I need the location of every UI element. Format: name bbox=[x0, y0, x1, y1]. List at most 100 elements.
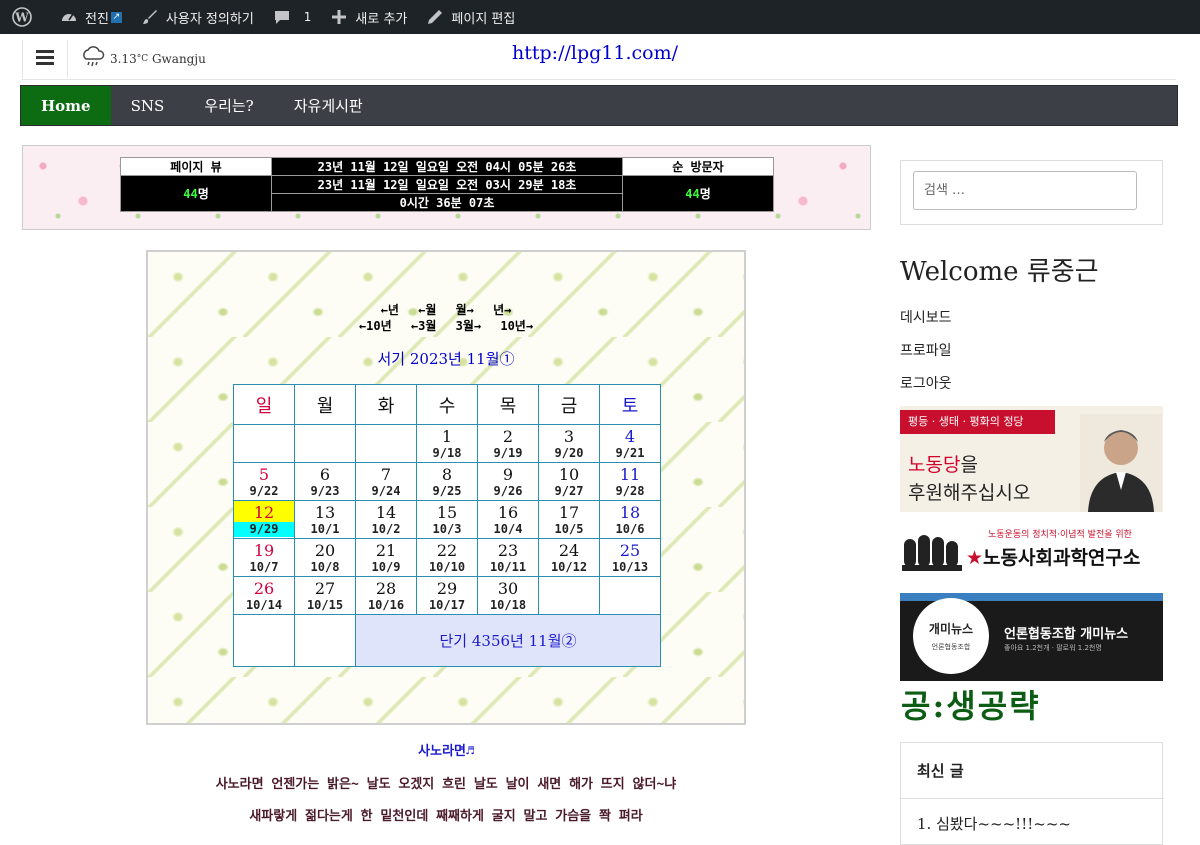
profile-link[interactable]: 프로파일 bbox=[900, 340, 952, 360]
banner3-small: 좋아요 1.2천개 · 팔로워 1.2천명 bbox=[1004, 644, 1102, 652]
prev-month-link[interactable]: ←월 bbox=[418, 303, 436, 317]
prev-year-link[interactable]: ←년 bbox=[381, 303, 399, 317]
gaemi-news-banner[interactable]: 개미뉴스 언론협동조합 언론협동조합 개미뉴스 좋아요 1.2천개 · 팔로워 … bbox=[900, 593, 1163, 681]
weather-widget: 3.13 °C Gwangju bbox=[80, 44, 206, 73]
next-10-years-link[interactable]: 10년→ bbox=[500, 319, 533, 333]
calendar-day[interactable]: 16 10/4 bbox=[477, 500, 539, 539]
calendar-day[interactable]: 23 10/11 bbox=[477, 538, 539, 577]
recent-post-link[interactable]: 1. 심봤다~~~!!!~~~ bbox=[917, 813, 1071, 834]
dangi-date: 단기 4356년 11월② bbox=[355, 614, 661, 667]
admin-edit-page[interactable]: 페이지 편집 bbox=[416, 0, 524, 34]
lunar-date: 10/11 bbox=[489, 560, 527, 574]
dangi-row: 단기 4356년 11월② bbox=[233, 614, 661, 667]
nav-free-board[interactable]: 자유게시판 bbox=[274, 86, 383, 125]
calendar-day[interactable]: 4 9/21 bbox=[599, 424, 661, 463]
calendar-day[interactable]: 30 10/18 bbox=[477, 576, 539, 615]
calendar-day[interactable]: 22 10/10 bbox=[416, 538, 478, 577]
day-number: 23 bbox=[497, 541, 519, 560]
calendar-day[interactable]: 25 10/13 bbox=[599, 538, 661, 577]
lunar-date: 10/1 bbox=[310, 522, 340, 536]
lunar-date: 10/5 bbox=[554, 522, 584, 536]
calendar-week-row: 12 9/29 13 10/1 14 10/2 15 10/3 16 10/4 17 10/5 18 10… bbox=[233, 500, 661, 539]
lunar-date: 10/2 bbox=[371, 522, 401, 536]
calendar-day[interactable]: 18 10/6 bbox=[599, 500, 661, 539]
calendar-day[interactable]: 8 9/25 bbox=[416, 462, 478, 501]
visitors-unit: 명 bbox=[699, 187, 711, 201]
calendar-day[interactable]: 29 10/17 bbox=[416, 576, 478, 615]
site-url-title[interactable]: http://lpg11.com/ bbox=[512, 42, 678, 64]
calendar-day[interactable]: 13 10/1 bbox=[294, 500, 356, 539]
day-number: 11 bbox=[619, 465, 641, 484]
next-year-link[interactable]: 년→ bbox=[493, 303, 511, 317]
calendar-day[interactable]: 24 10/12 bbox=[538, 538, 600, 577]
calendar-empty-cell bbox=[538, 576, 600, 615]
lunar-date: 10/13 bbox=[611, 560, 649, 574]
admin-customize[interactable]: 사용자 정의하기 bbox=[131, 0, 263, 34]
calendar-empty-cell bbox=[233, 614, 295, 667]
calendar-day[interactable]: 27 10/15 bbox=[294, 576, 356, 615]
nav-home[interactable]: Home bbox=[21, 86, 111, 125]
calendar-day[interactable]: 19 10/7 bbox=[233, 538, 295, 577]
labor-party-banner[interactable]: 평등 · 생태 · 평화의 정당 노동당을 후원해주십시오 bbox=[900, 406, 1163, 512]
next-month-link[interactable]: 월→ bbox=[456, 303, 474, 317]
day-number: 20 bbox=[314, 541, 336, 560]
admin-new-content[interactable]: 새로 추가 bbox=[320, 0, 416, 34]
calendar-day[interactable]: 26 10/14 bbox=[233, 576, 295, 615]
comments-count: 1 bbox=[303, 10, 312, 24]
calendar-day[interactable]: 21 10/9 bbox=[355, 538, 417, 577]
elapsed-time: 0시간 36분 07초 bbox=[271, 193, 623, 212]
calendar-day[interactable]: 1 9/18 bbox=[416, 424, 478, 463]
calendar-day[interactable]: 10 9/27 bbox=[538, 462, 600, 501]
banner1-line1: 노동당을 bbox=[908, 450, 978, 477]
lunar-date: 10/15 bbox=[306, 598, 344, 612]
calendar-day[interactable]: 2 9/19 bbox=[477, 424, 539, 463]
calendar-day[interactable]: 9 9/26 bbox=[477, 462, 539, 501]
pageview-count: 44명 bbox=[120, 175, 272, 212]
calendar-day[interactable]: 20 10/8 bbox=[294, 538, 356, 577]
logout-link[interactable]: 로그아웃 bbox=[900, 373, 952, 393]
lunar-date: 9/29 bbox=[234, 522, 294, 537]
rain-cloud-icon bbox=[80, 44, 110, 73]
calendar-day[interactable]: 28 10/16 bbox=[355, 576, 417, 615]
nav-about[interactable]: 우리는? bbox=[184, 86, 273, 125]
calendar-table: 일월화수목금토 1 9/18 2 9/19 3 9/20 4 9/21 5 9/22 6 9/23 7 9… bbox=[233, 384, 661, 667]
wordpress-logo-menu[interactable]: W bbox=[0, 0, 50, 34]
menu-toggle-button[interactable] bbox=[22, 40, 68, 78]
weekday-header-row: 일월화수목금토 bbox=[233, 384, 661, 425]
next-3-months-link[interactable]: 3월→ bbox=[456, 319, 482, 333]
lunar-date: 10/16 bbox=[367, 598, 405, 612]
prev-3-months-link[interactable]: ←3월 bbox=[411, 319, 437, 333]
portrait-image bbox=[1080, 414, 1162, 512]
gaemi-logo-sub: 언론협동조합 bbox=[931, 643, 971, 651]
dashboard-link[interactable]: 데시보드 bbox=[900, 307, 952, 327]
weather-unit: °C bbox=[136, 53, 149, 64]
gongsaeng-logo-text[interactable]: 공:생공략 bbox=[901, 681, 1041, 727]
lunar-date: 10/8 bbox=[310, 560, 340, 574]
calendar-empty-cell bbox=[355, 424, 417, 463]
recent-divider bbox=[901, 798, 1164, 799]
search-input[interactable] bbox=[913, 171, 1137, 210]
labor-science-institute-banner[interactable]: 노동운동의 정치적·이념적 발전을 위한 ★노동사회과학연구소 bbox=[900, 525, 1163, 580]
day-number: 1 bbox=[441, 427, 453, 446]
calendar-day[interactable]: 6 9/23 bbox=[294, 462, 356, 501]
calendar-empty-cell bbox=[233, 424, 295, 463]
calendar-day[interactable]: 11 9/28 bbox=[599, 462, 661, 501]
calendar-title: 서기 2023년 11월① bbox=[377, 350, 515, 368]
day-number: 25 bbox=[619, 541, 641, 560]
calendar-day[interactable]: 7 9/24 bbox=[355, 462, 417, 501]
prev-10-years-link[interactable]: ←10년 bbox=[359, 319, 392, 333]
calendar-day[interactable]: 14 10/2 bbox=[355, 500, 417, 539]
admin-comments[interactable]: 1 bbox=[263, 0, 321, 34]
calendar-day[interactable]: 15 10/3 bbox=[416, 500, 478, 539]
calendar-day[interactable]: 3 9/20 bbox=[538, 424, 600, 463]
weekday-header: 금 bbox=[538, 384, 600, 425]
calendar-day[interactable]: 12 9/29 bbox=[233, 500, 295, 539]
day-number: 24 bbox=[558, 541, 580, 560]
day-number: 2 bbox=[502, 427, 514, 446]
calendar-day[interactable]: 17 10/5 bbox=[538, 500, 600, 539]
calendar-day[interactable]: 5 9/22 bbox=[233, 462, 295, 501]
lunar-date: 10/14 bbox=[245, 598, 283, 612]
nav-sns[interactable]: SNS bbox=[111, 86, 185, 125]
day-number: 7 bbox=[380, 465, 392, 484]
admin-site-name[interactable]: 전진 ↗ bbox=[50, 0, 131, 34]
